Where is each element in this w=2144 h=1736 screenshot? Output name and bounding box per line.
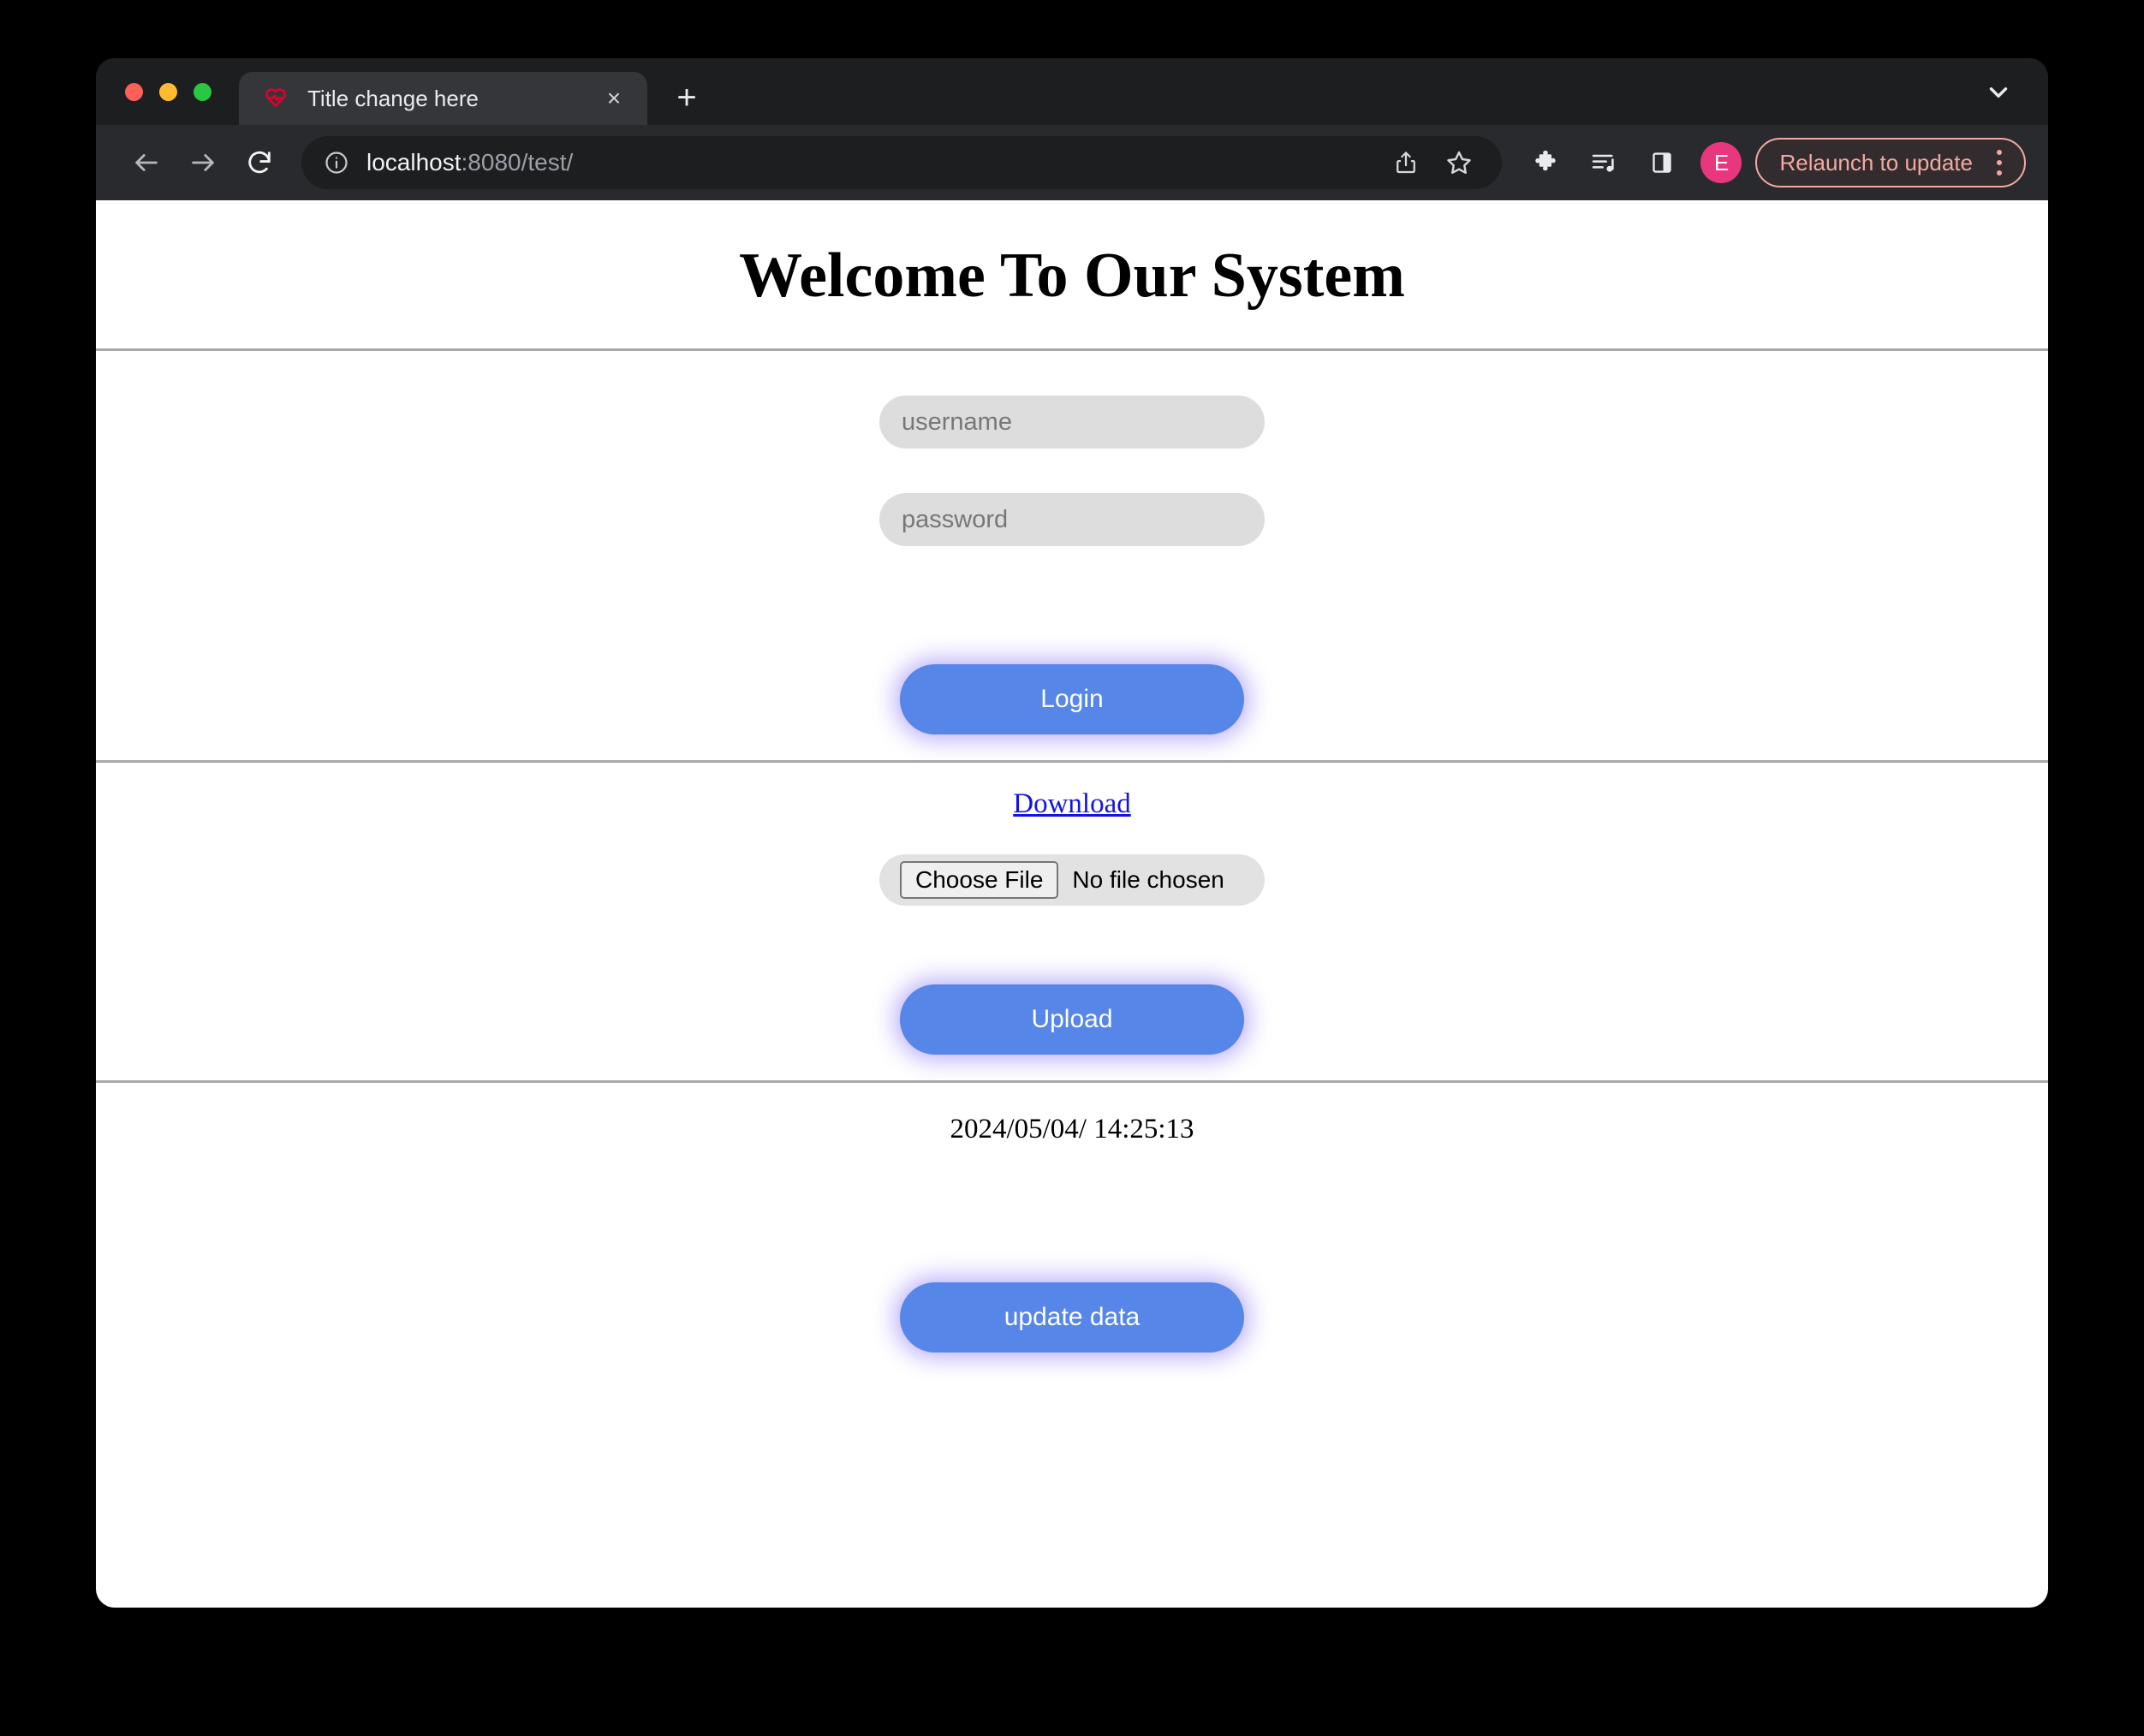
file-input[interactable]: Choose File No file chosen [879,854,1265,906]
browser-window: Title change here × + localhost:8080/tes… [96,58,2048,1608]
choose-file-button[interactable]: Choose File [900,860,1059,900]
address-bar-actions [1382,139,1483,187]
desktop-background: Title change here × + localhost:8080/tes… [0,0,2144,1736]
heart-pulse-icon [263,86,289,111]
share-icon[interactable] [1382,139,1430,187]
download-link-row: Download [96,788,2048,820]
timestamp-label: 2024/05/04/ 14:25:13 [950,1114,1194,1144]
close-window-button[interactable] [125,82,143,101]
side-panel-icon[interactable] [1637,138,1687,187]
download-link[interactable]: Download [1013,788,1130,820]
reload-icon[interactable] [233,136,286,189]
chevron-down-icon[interactable] [1978,72,2019,113]
update-data-button-row: update data [96,1282,2048,1353]
maximize-window-button[interactable] [194,82,211,101]
url-host: localhost [366,149,462,175]
puzzle-piece-icon[interactable] [1521,138,1570,187]
password-input[interactable] [879,493,1265,546]
new-tab-button[interactable]: + [663,74,711,122]
username-input[interactable] [879,395,1265,449]
tab-strip: Title change here × + [96,58,2048,125]
info-circle-icon[interactable] [324,150,349,175]
arrow-right-icon[interactable] [176,136,229,189]
upload-button-row: Upload [96,984,2048,1055]
password-field-row [96,493,2048,546]
address-bar[interactable]: localhost:8080/test/ [301,136,1503,189]
relaunch-to-update-button[interactable]: Relaunch to update [1755,138,2026,187]
file-input-row: Choose File No file chosen [96,854,2048,906]
close-tab-button[interactable]: × [598,82,630,115]
minimize-window-button[interactable] [159,82,177,101]
kebab-menu-icon[interactable] [1985,146,2014,180]
file-status-label: No file chosen [1072,866,1224,893]
page-content: Welcome To Our System Login [96,200,2048,1608]
toolbar-actions: E Relaunch to update [1521,138,2026,187]
relaunch-label: Relaunch to update [1779,149,1973,175]
login-button-row: Login [96,664,2048,734]
url-path: :8080/test/ [461,149,574,175]
tab-title: Title change here [307,85,479,111]
avatar[interactable]: E [1700,142,1742,183]
login-button[interactable]: Login [900,664,1244,734]
update-data-button[interactable]: update data [900,1282,1244,1353]
page-title: Welcome To Our System [739,241,1405,311]
upload-button[interactable]: Upload [900,984,1244,1055]
login-section: Login [96,351,2048,760]
arrow-left-icon[interactable] [120,136,173,189]
address-bar-url: localhost:8080/test/ [366,149,1382,176]
playlist-music-icon[interactable] [1579,138,1629,187]
browser-toolbar: localhost:8080/test/ E Relaunch to updat… [96,125,2048,200]
username-field-row [96,395,2048,449]
star-icon[interactable] [1435,139,1483,187]
file-section: Download Choose File No file chosen Uplo… [96,763,2048,1080]
window-controls [96,58,230,125]
data-section: 2024/05/04/ 14:25:13 update data [96,1083,2048,1353]
browser-tab[interactable]: Title change here × [239,72,647,125]
